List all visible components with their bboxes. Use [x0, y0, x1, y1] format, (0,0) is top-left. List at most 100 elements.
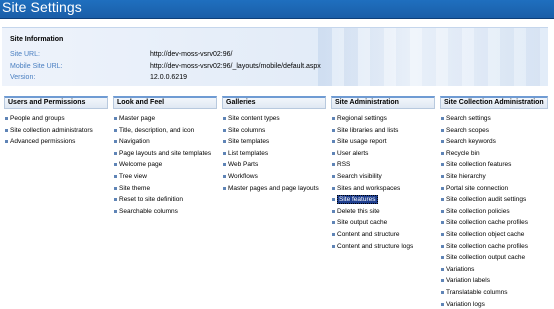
- settings-link[interactable]: Regional settings: [331, 113, 435, 125]
- site-url-value: http://dev-moss-vsrv02:96/: [150, 51, 233, 58]
- settings-link[interactable]: Search visibility: [331, 171, 435, 183]
- settings-link[interactable]: RSS: [331, 159, 435, 171]
- settings-link[interactable]: Site collection administrators: [4, 125, 108, 137]
- settings-link-label: Variation logs: [446, 300, 485, 308]
- settings-link[interactable]: Workflows: [222, 171, 326, 183]
- section-look-and-feel: Look and Feel Master page Title, descript…: [113, 96, 217, 303]
- settings-link[interactable]: Master pages and page layouts: [222, 183, 326, 195]
- section-site-collection-administration: Site Collection Administration Search se…: [440, 96, 548, 308]
- settings-link[interactable]: Site theme: [113, 183, 217, 195]
- settings-link[interactable]: Site collection cache profiles: [440, 241, 548, 253]
- section-header: Site Administration: [331, 96, 435, 109]
- settings-link[interactable]: User alerts: [331, 148, 435, 160]
- settings-link[interactable]: Sites and workspaces: [331, 183, 435, 195]
- settings-link-label: Welcome page: [119, 161, 163, 169]
- settings-link[interactable]: Site usage report: [331, 136, 435, 148]
- settings-link-label: Master pages and page layouts: [228, 184, 319, 192]
- settings-link-label: Variations: [446, 265, 475, 273]
- settings-link-label: Site collection audit settings: [446, 196, 527, 204]
- settings-link[interactable]: Site collection cache profiles: [440, 217, 548, 229]
- settings-link-label: Advanced permissions: [10, 138, 76, 146]
- settings-link-label: Site collection policies: [446, 207, 510, 215]
- settings-link[interactable]: Site hierarchy: [440, 171, 548, 183]
- section-header: Look and Feel: [113, 96, 217, 109]
- settings-link[interactable]: Welcome page: [113, 159, 217, 171]
- settings-link-label: Content and structure logs: [337, 242, 414, 250]
- settings-link[interactable]: Searchable columns: [113, 206, 217, 218]
- settings-link-label: Site columns: [228, 126, 266, 134]
- settings-link-label: Variation labels: [446, 277, 490, 285]
- settings-link[interactable]: Title, description, and icon: [113, 125, 217, 137]
- settings-link[interactable]: Site collection object cache: [440, 229, 548, 241]
- settings-link[interactable]: Delete this site: [331, 206, 435, 218]
- settings-link[interactable]: Site collection audit settings: [440, 194, 548, 206]
- settings-link[interactable]: Reset to site definition: [113, 194, 217, 206]
- settings-link-label: Site content types: [228, 115, 280, 122]
- version-value: 12.0.0.6219: [150, 74, 187, 81]
- settings-link-label: Reset to site definition: [119, 196, 183, 204]
- settings-link-label: Search scopes: [446, 126, 489, 134]
- settings-link[interactable]: Site collection output cache: [440, 252, 548, 264]
- settings-link[interactable]: Variations: [440, 264, 548, 276]
- settings-link[interactable]: Master page: [113, 113, 217, 125]
- settings-link[interactable]: Content and structure: [331, 229, 435, 241]
- settings-link[interactable]: Translatable columns: [440, 287, 548, 299]
- link-list: Search settings Search scopes Search keywo…: [440, 113, 548, 309]
- settings-link[interactable]: Site columns: [222, 125, 326, 137]
- settings-link[interactable]: Page layouts and site templates: [113, 148, 217, 160]
- settings-link[interactable]: List templates: [222, 148, 326, 160]
- settings-link-label: Site collection cache profiles: [446, 219, 529, 227]
- settings-link[interactable]: People and groups: [4, 113, 108, 125]
- settings-link[interactable]: Variation logs: [440, 299, 548, 309]
- section-galleries: Galleries Site content types Site columns…: [222, 96, 326, 303]
- settings-link-label: Workflows: [228, 172, 258, 180]
- settings-link-label: Searchable columns: [119, 207, 178, 215]
- settings-link-label: Site libraries and lists: [337, 126, 399, 134]
- settings-link-label: Site templates: [228, 138, 270, 146]
- settings-link[interactable]: Site libraries and lists: [331, 125, 435, 137]
- settings-link-label: Site theme: [119, 184, 151, 192]
- settings-link[interactable]: Tree view: [113, 171, 217, 183]
- settings-link[interactable]: Web Parts: [222, 159, 326, 171]
- title-bar: Site Settings: [0, 0, 554, 19]
- settings-link[interactable]: Site content types: [222, 113, 326, 125]
- settings-link-label: Site collection object cache: [446, 230, 525, 238]
- settings-link-label: Regional settings: [337, 115, 387, 122]
- settings-link[interactable]: Search keywords: [440, 136, 548, 148]
- settings-link-label: Delete this site: [337, 207, 380, 215]
- settings-link[interactable]: Recycle bin: [440, 148, 548, 160]
- site-information-heading: Site Information: [10, 36, 64, 43]
- settings-link-label: Recycle bin: [446, 149, 480, 157]
- settings-link[interactable]: Site templates: [222, 136, 326, 148]
- settings-link-label: Master page: [119, 115, 156, 122]
- settings-link[interactable]: Advanced permissions: [4, 136, 108, 148]
- settings-link[interactable]: Site features: [331, 194, 435, 206]
- settings-link-label: Portal site connection: [446, 184, 509, 192]
- settings-link[interactable]: Site collection features: [440, 159, 548, 171]
- settings-link-label: Title, description, and icon: [119, 126, 195, 134]
- settings-link-label: Navigation: [119, 138, 150, 146]
- settings-link-label: Site features: [337, 195, 378, 205]
- settings-link-label: Site collection features: [446, 161, 512, 169]
- settings-link[interactable]: Site collection policies: [440, 206, 548, 218]
- settings-link[interactable]: Site output cache: [331, 217, 435, 229]
- settings-link[interactable]: Content and structure logs: [331, 241, 435, 253]
- section-header: Site Collection Administration: [440, 96, 548, 109]
- settings-link[interactable]: Portal site connection: [440, 183, 548, 195]
- site-url-label: Site URL:: [10, 51, 40, 58]
- page-title: Site Settings: [2, 0, 82, 15]
- link-list: Site content types Site columns Site templ…: [222, 113, 326, 194]
- link-list: People and groups Site collection adminis…: [4, 113, 108, 148]
- settings-link-label: Translatable columns: [446, 288, 508, 296]
- site-information-panel: Site Information Site URL: http://dev-mo…: [2, 27, 548, 86]
- settings-link-label: User alerts: [337, 149, 369, 157]
- link-list: Regional settings Site libraries and list…: [331, 113, 435, 252]
- settings-link-label: Site hierarchy: [446, 172, 486, 180]
- link-list: Master page Title, description, and icon N…: [113, 113, 217, 217]
- settings-link-label: Sites and workspaces: [337, 184, 401, 192]
- settings-link[interactable]: Variation labels: [440, 275, 548, 287]
- settings-link[interactable]: Search scopes: [440, 125, 548, 137]
- settings-link[interactable]: Navigation: [113, 136, 217, 148]
- mobile-site-url-label: Mobile Site URL:: [10, 63, 63, 70]
- settings-link[interactable]: Search settings: [440, 113, 548, 125]
